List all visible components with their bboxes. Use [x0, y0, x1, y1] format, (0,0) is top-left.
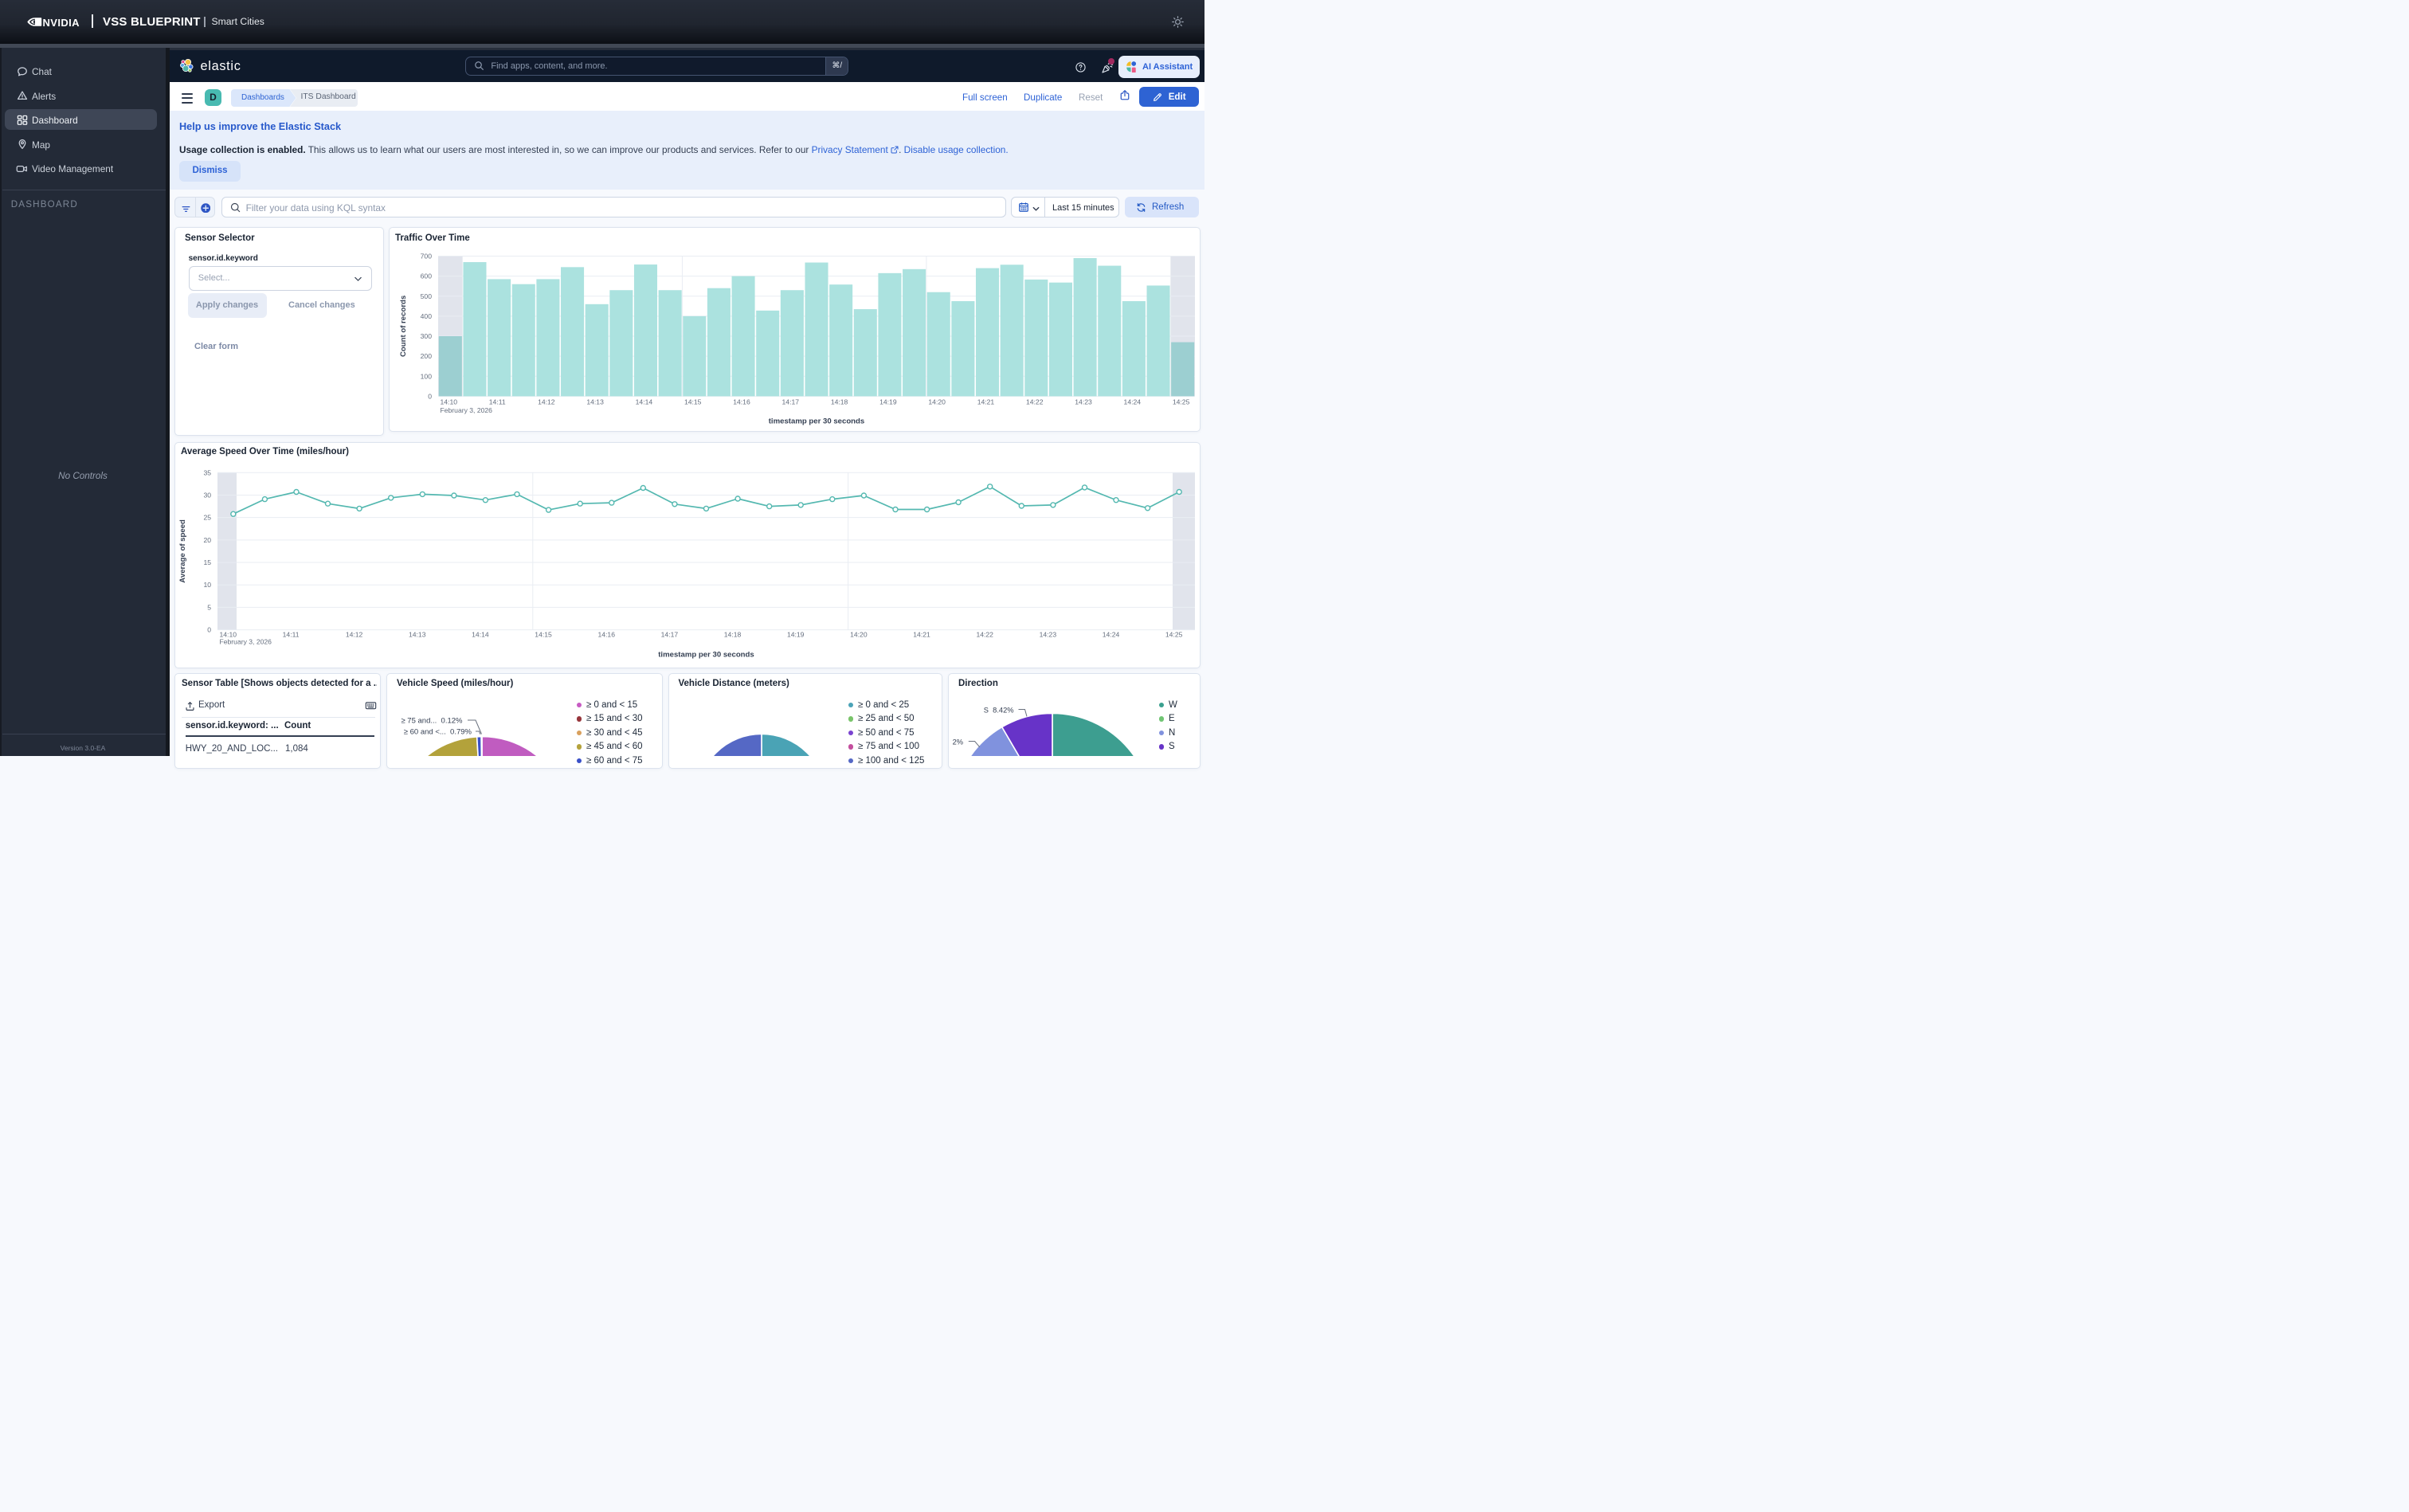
svg-text:14:11: 14:11 — [283, 630, 300, 638]
svg-text:14:17: 14:17 — [782, 398, 800, 406]
svg-text:30: 30 — [203, 491, 211, 499]
svg-text:14:20: 14:20 — [850, 630, 868, 638]
svg-text:14:22: 14:22 — [976, 630, 993, 638]
svg-text:14:11: 14:11 — [489, 398, 506, 406]
svg-text:200: 200 — [421, 352, 433, 360]
svg-text:14:18: 14:18 — [831, 398, 848, 406]
svg-text:400: 400 — [421, 312, 433, 320]
svg-text:Count of records: Count of records — [399, 296, 408, 357]
svg-text:14:12: 14:12 — [538, 398, 555, 406]
svg-text:25: 25 — [203, 513, 211, 521]
svg-text:14:19: 14:19 — [879, 398, 897, 406]
svg-text:100: 100 — [421, 372, 433, 380]
svg-text:February 3, 2026: February 3, 2026 — [441, 406, 493, 414]
svg-text:timestamp per 30 seconds: timestamp per 30 seconds — [658, 650, 754, 659]
svg-text:14:21: 14:21 — [977, 398, 995, 406]
svg-text:14:20: 14:20 — [928, 398, 946, 406]
svg-text:0: 0 — [207, 625, 211, 633]
svg-text:14:23: 14:23 — [1040, 630, 1057, 638]
svg-text:14:15: 14:15 — [535, 630, 552, 638]
svg-text:5: 5 — [207, 603, 211, 611]
svg-text:14:24: 14:24 — [1103, 630, 1120, 638]
svg-text:14:25: 14:25 — [1173, 398, 1190, 406]
svg-text:14:19: 14:19 — [787, 630, 805, 638]
svg-text:14:23: 14:23 — [1075, 398, 1092, 406]
svg-text:14:21: 14:21 — [913, 630, 930, 638]
svg-text:14:14: 14:14 — [472, 630, 489, 638]
svg-text:14:17: 14:17 — [661, 630, 679, 638]
svg-text:Average of speed: Average of speed — [178, 519, 187, 583]
svg-text:14:13: 14:13 — [586, 398, 604, 406]
svg-text:timestamp per 30 seconds: timestamp per 30 seconds — [769, 417, 865, 426]
svg-text:700: 700 — [421, 253, 433, 260]
svg-text:0: 0 — [428, 392, 432, 400]
svg-text:500: 500 — [421, 292, 433, 300]
svg-text:14:14: 14:14 — [636, 398, 653, 406]
svg-text:600: 600 — [421, 272, 433, 280]
svg-text:February 3, 2026: February 3, 2026 — [220, 637, 272, 645]
svg-text:14:12: 14:12 — [346, 630, 363, 638]
svg-text:10: 10 — [203, 581, 211, 589]
svg-text:15: 15 — [203, 558, 211, 566]
svg-text:14:25: 14:25 — [1165, 630, 1183, 638]
svg-text:14:24: 14:24 — [1124, 398, 1142, 406]
svg-text:14:16: 14:16 — [733, 398, 750, 406]
svg-text:14:16: 14:16 — [597, 630, 615, 638]
svg-text:300: 300 — [421, 332, 433, 340]
svg-text:14:18: 14:18 — [724, 630, 742, 638]
svg-text:14:13: 14:13 — [409, 630, 426, 638]
svg-text:14:10: 14:10 — [441, 398, 458, 406]
svg-text:35: 35 — [203, 468, 211, 476]
svg-text:14:22: 14:22 — [1026, 398, 1044, 406]
svg-text:14:15: 14:15 — [684, 398, 702, 406]
svg-text:20: 20 — [203, 536, 211, 544]
